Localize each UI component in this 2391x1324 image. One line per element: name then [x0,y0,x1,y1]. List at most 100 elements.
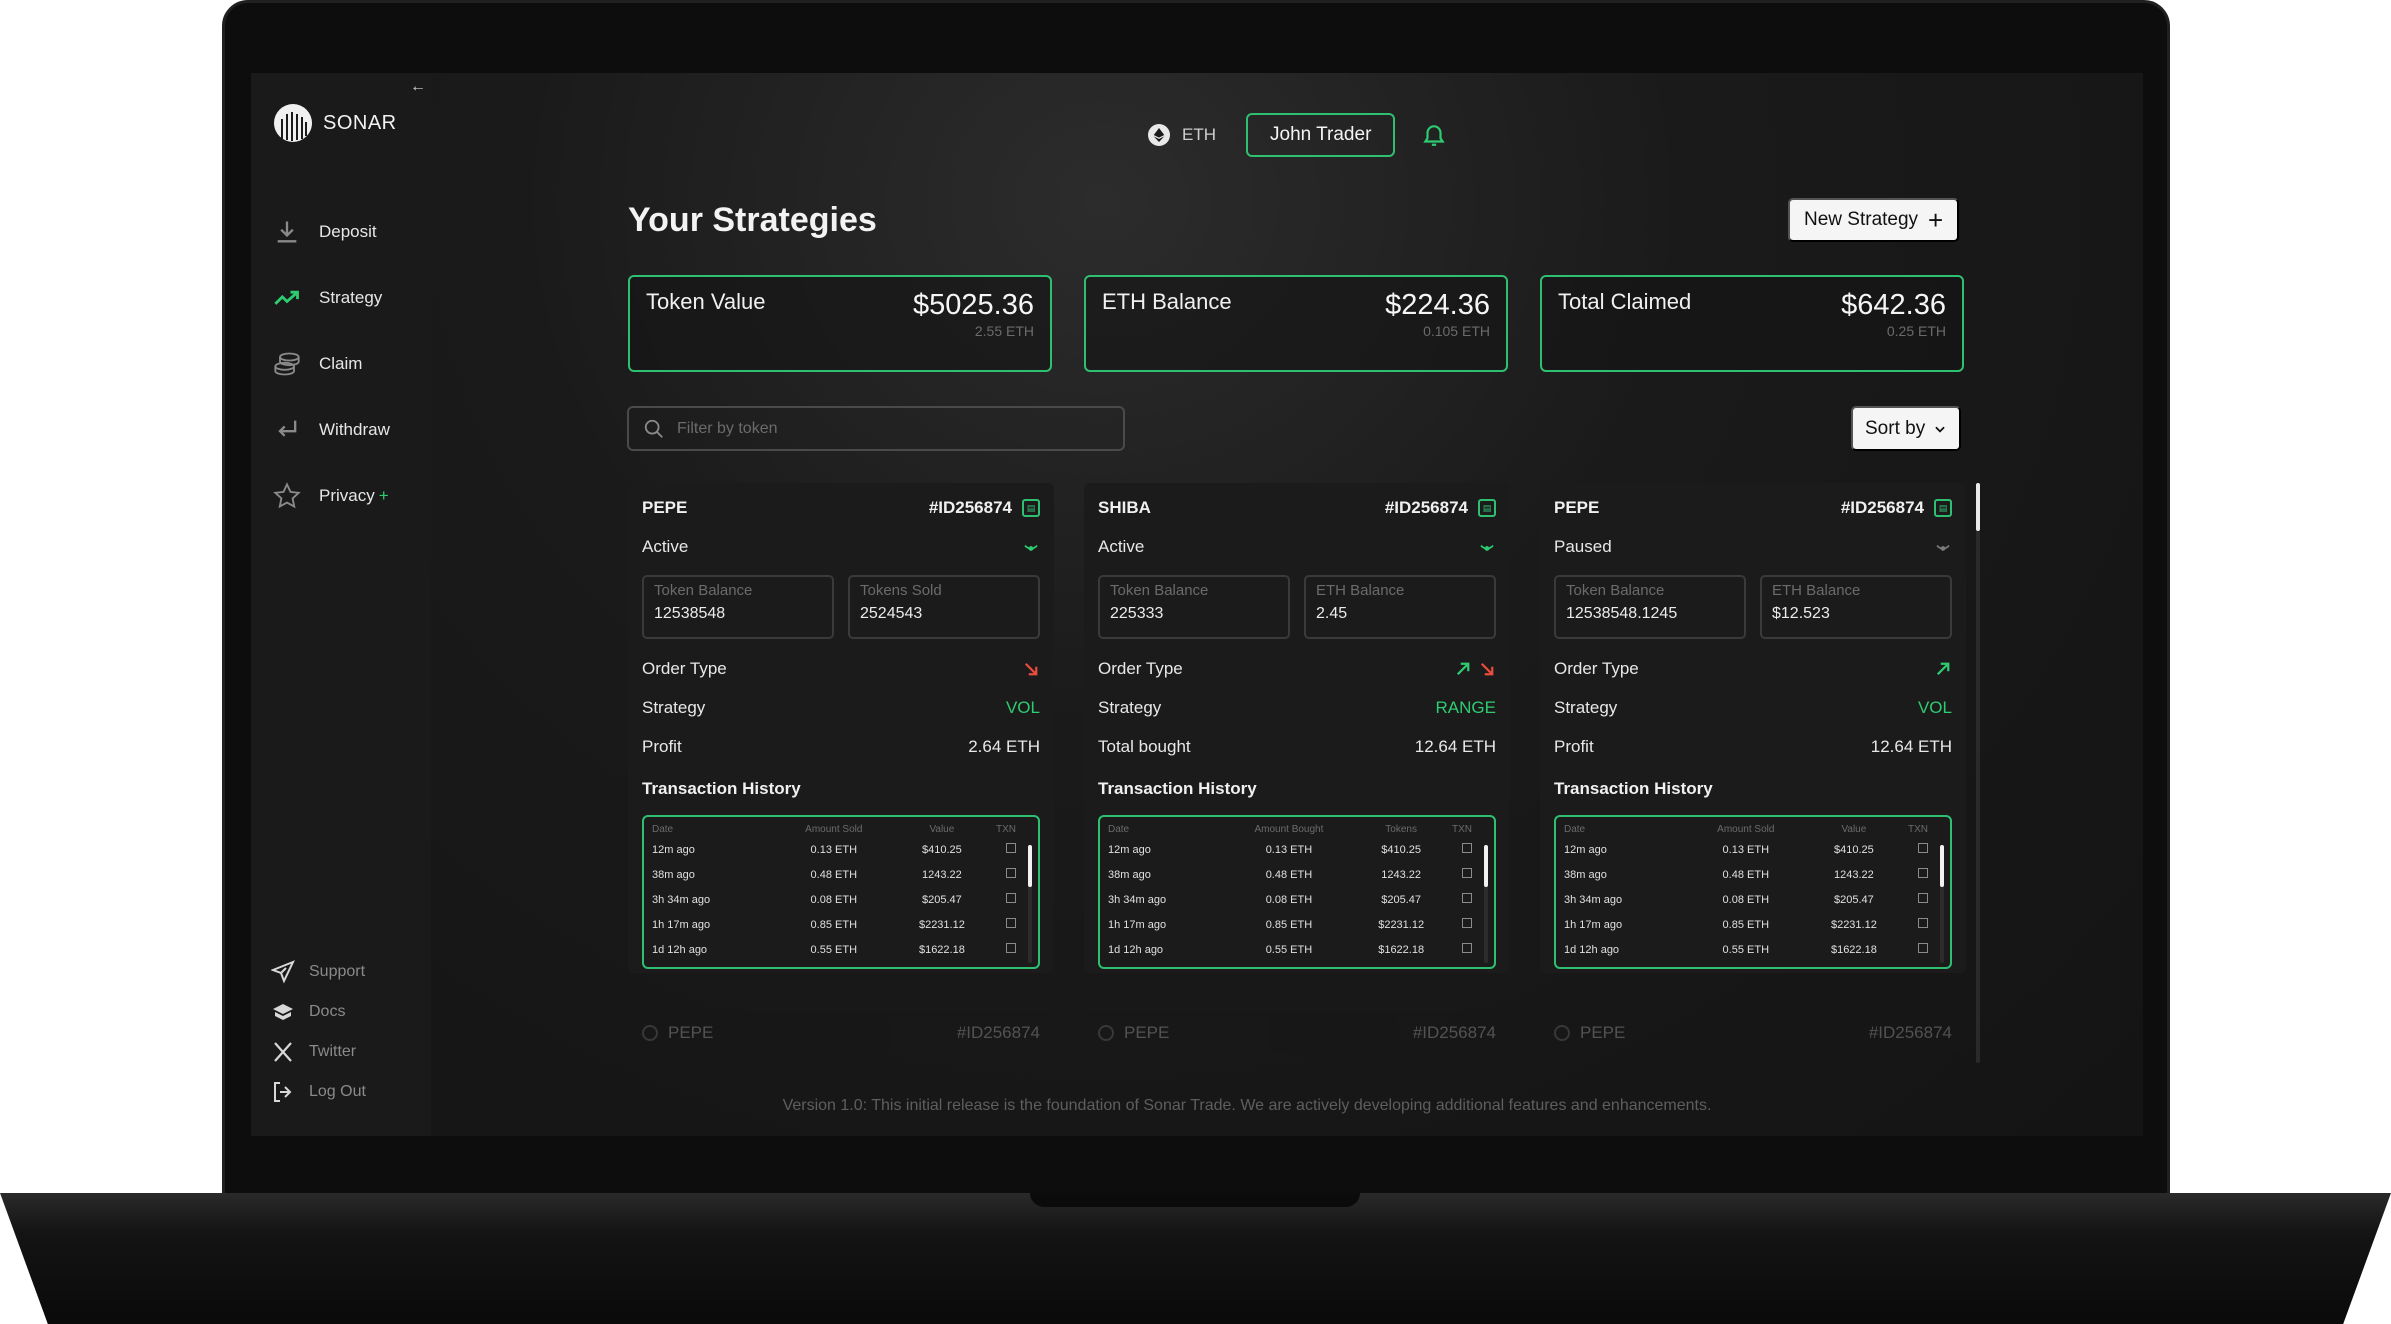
tx-history-table: Date Amount Bought Tokens TXN 12m ago 0.13 ET… [1098,815,1496,969]
sort-label: Sort by [1865,417,1926,439]
sidebar-item-strategy[interactable]: Strategy [273,265,390,331]
laptop-notch [1030,1193,1360,1207]
x-icon [274,1042,292,1062]
signal-icon [642,1025,658,1041]
stat-value: $5025.36 [913,289,1034,321]
external-link-icon[interactable] [1918,893,1928,903]
tx-row: 3h 34m ago 0.08 ETH $205.47 [1108,887,1472,912]
sidebar-item-deposit[interactable]: Deposit [273,199,390,265]
support-label: Support [309,963,366,980]
tx-amount: 0.85 ETH [810,918,858,931]
copy-icon[interactable]: ▤ [1022,499,1040,517]
external-link-icon[interactable] [1918,843,1928,853]
box-label: Token Balance [654,582,753,599]
external-link-icon[interactable] [1918,943,1928,953]
external-link-icon[interactable] [1006,893,1016,903]
strategy-card[interactable]: PEPE #ID256874 ▤ Active Token Balance 1253854… [628,483,1054,973]
strategy-id: #ID256874 [1384,498,1468,517]
stat-sub: 0.105 ETH [1423,323,1490,339]
tx-date: 3h 34m ago [1564,893,1623,906]
external-link-icon[interactable] [1462,893,1472,903]
network-label[interactable]: ETH [1182,125,1216,145]
strategy-card-partial[interactable]: PEPE #ID256874 [1084,1013,1510,1053]
tx-amount: 0.48 ETH [1722,868,1770,881]
status-text: Active [1098,537,1145,556]
token-name: PEPE [668,1023,714,1042]
tx-value: $2231.12 [1378,918,1425,931]
tx-scrollbar[interactable] [1940,845,1944,963]
sidebar-item-claim[interactable]: Claim [273,331,390,397]
copy-icon[interactable]: ▤ [1934,499,1952,517]
sidebar-item-label: Withdraw [319,420,390,439]
new-strategy-button[interactable]: New Strategy + [1788,198,1960,242]
twitter-link[interactable]: Twitter [271,1032,366,1072]
tx-row: 3h 34m ago 0.08 ETH $205.47 [652,887,1016,912]
tx-header: TXN [1908,823,1928,835]
copy-icon[interactable]: ▤ [1478,499,1496,517]
page-scroll-thumb[interactable] [1976,483,1980,531]
collapse-sidebar-icon[interactable]: ← [410,78,426,96]
filter-input[interactable] [677,419,1097,438]
sidebar-item-withdraw[interactable]: Withdraw [273,397,390,463]
user-button[interactable]: John Trader [1246,113,1396,157]
sort-by-button[interactable]: Sort by [1851,406,1962,451]
strategy-card[interactable]: SHIBA #ID256874 ▤ Active Token Balance 225333… [1084,483,1510,973]
page-title: Your Strategies [628,201,877,239]
box-label: ETH Balance [1772,582,1861,599]
tx-date: 38m ago [1564,868,1607,881]
tx-scrollbar[interactable] [1484,845,1488,963]
download-icon [277,221,297,243]
balance-box: Token Balance 12538548.1245 [1554,575,1746,639]
tx-amount: 0.13 ETH [1265,843,1313,856]
external-link-icon[interactable] [1462,868,1472,878]
tx-header: Amount Bought [1254,823,1324,835]
book-icon [273,1004,293,1020]
tx-row: 1h 17m ago 0.85 ETH $2231.12 [1108,912,1472,937]
external-link-icon[interactable] [1918,918,1928,928]
stat-sub: 0.25 ETH [1886,323,1946,339]
tx-header: TXN [996,823,1016,835]
external-link-icon[interactable] [1006,868,1016,878]
stat-value: $642.36 [1841,289,1946,321]
plus-icon: + [1928,205,1944,235]
external-link-icon[interactable] [1006,943,1016,953]
docs-link[interactable]: Docs [271,992,366,1032]
tx-date: 1h 17m ago [652,918,711,931]
strategy-card-partial[interactable]: PEPE #ID256874 [1540,1013,1966,1053]
tx-scroll-thumb[interactable] [1028,845,1032,887]
strategy-value: VOL [1917,698,1952,717]
external-link-icon[interactable] [1918,868,1928,878]
tx-history-table: Date Amount Sold Value TXN 12m ago 0.13 ETH $4… [1554,815,1952,969]
sidebar-item-privacy[interactable]: Privacy + [273,463,390,529]
trend-up-icon [274,290,299,305]
arrow-up-right-icon [1936,662,1950,676]
external-link-icon[interactable] [1006,918,1016,928]
tx-scroll-thumb[interactable] [1940,845,1944,887]
tx-date: 12m ago [1564,843,1607,856]
tx-row: 38m ago 0.48 ETH 1243.22 [1108,862,1472,887]
tx-value: $410.25 [1381,843,1422,856]
external-link-icon[interactable] [1462,943,1472,953]
strategy-card[interactable]: PEPE #ID256874 ▤ Paused Token Balance 1253854… [1540,483,1966,973]
tx-scroll-thumb[interactable] [1484,845,1488,887]
logo[interactable]: SONAR [273,103,397,143]
tx-header: Amount Sold [1717,823,1775,835]
tx-header: Tokens [1385,823,1417,835]
tx-value: 1243.22 [1381,868,1422,881]
tx-date: 38m ago [652,868,695,881]
order-type-icons [1454,660,1496,678]
tx-value: $205.47 [922,893,962,906]
tx-date: 12m ago [1108,843,1151,856]
external-link-icon[interactable] [1462,843,1472,853]
page-scrollbar[interactable] [1976,483,1980,1063]
tx-scrollbar[interactable] [1028,845,1032,963]
strategy-card-partial[interactable]: PEPE #ID256874 [628,1013,1054,1053]
external-link-icon[interactable] [1006,843,1016,853]
token-name: PEPE [1124,1023,1170,1042]
tx-value: $1622.18 [1378,943,1425,956]
tx-row: 1d 12h ago 0.55 ETH $1622.18 [1108,937,1472,962]
external-link-icon[interactable] [1462,918,1472,928]
box-value: 2.45 [1316,605,1348,622]
bell-icon[interactable] [1421,122,1447,148]
support-link[interactable]: Support [271,952,366,992]
